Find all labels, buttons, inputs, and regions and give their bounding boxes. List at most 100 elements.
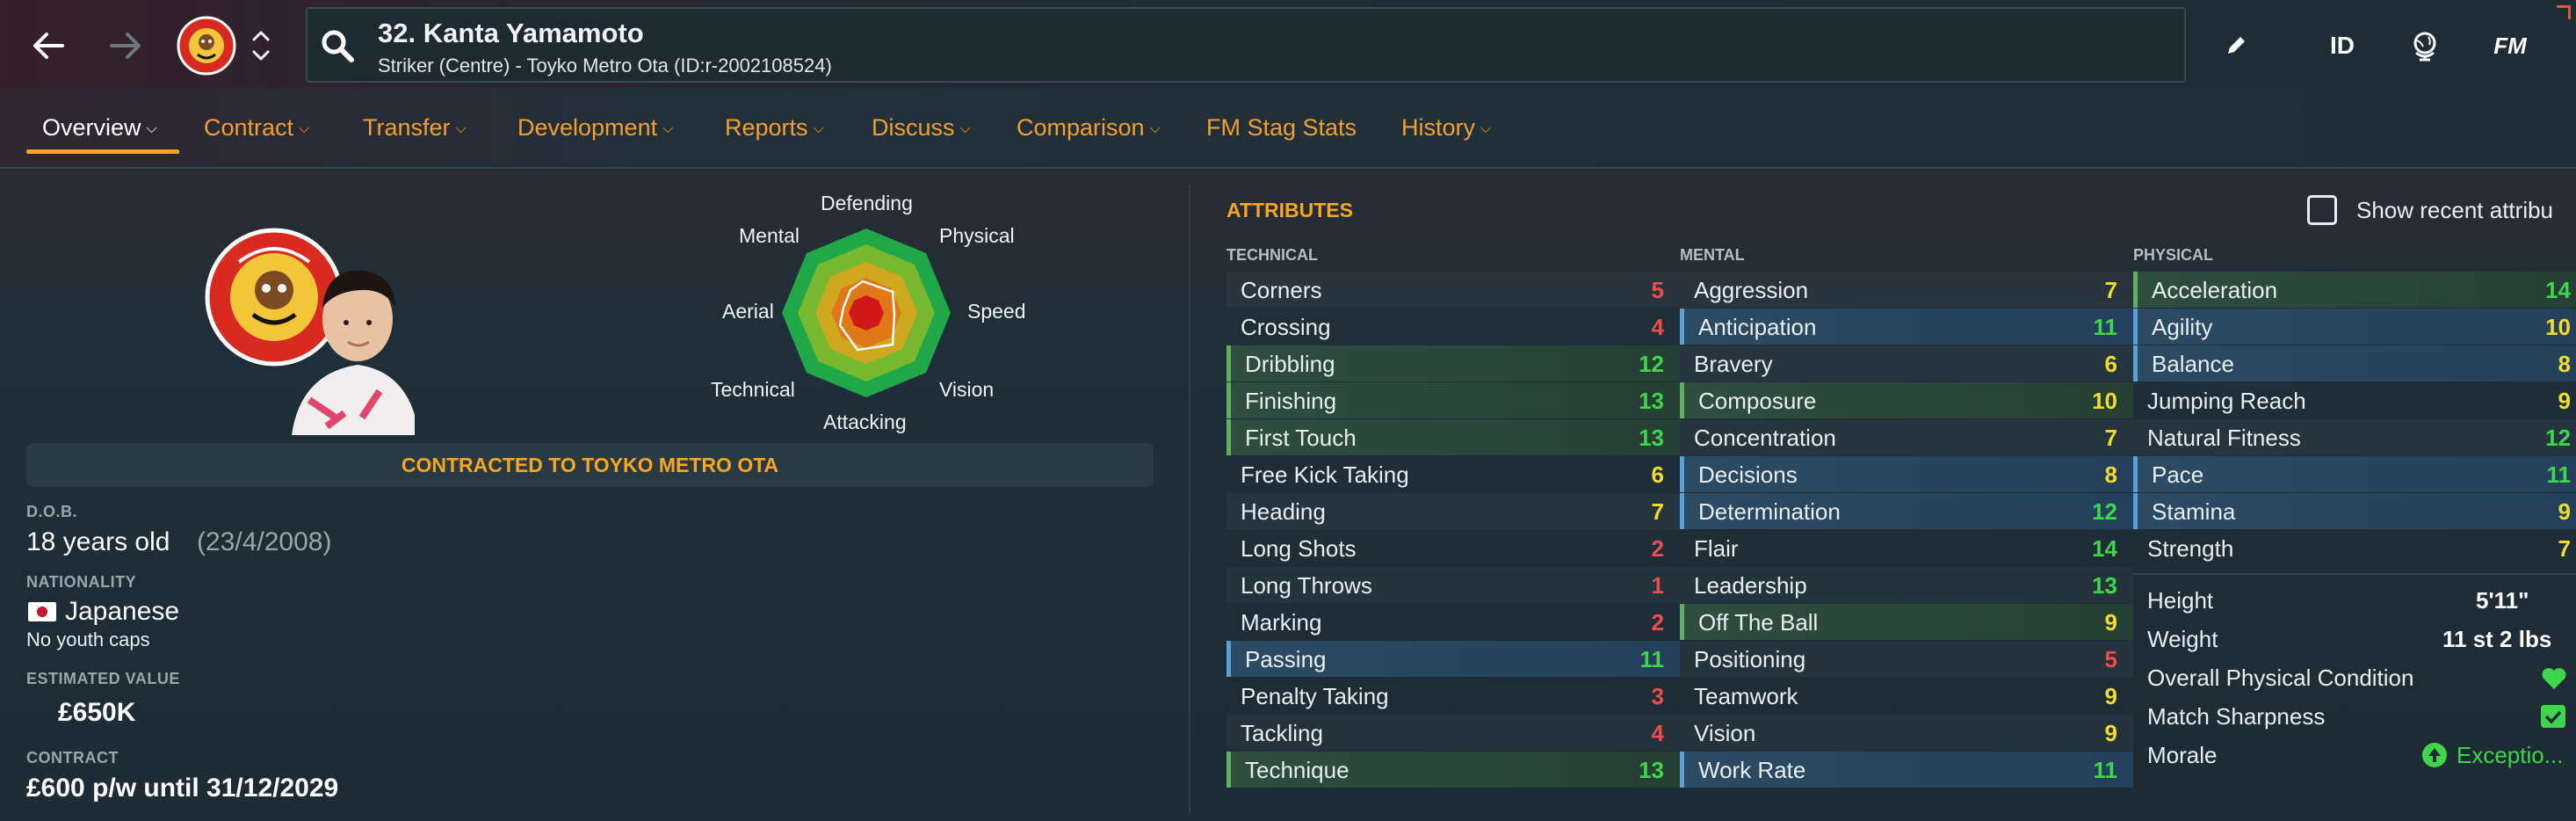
attr-value: 6: [2104, 351, 2117, 377]
physical-attr-row[interactable]: Balance 8: [2133, 345, 2576, 381]
chevron-updown-icon[interactable]: [239, 19, 283, 72]
morale-up-icon[interactable]: [2421, 742, 2448, 773]
physical-attr-row[interactable]: Agility 10: [2133, 309, 2576, 345]
tab-discuss[interactable]: Discuss ⌵: [872, 114, 971, 142]
panel-divider: [1189, 185, 1190, 813]
mental-attr-row[interactable]: Concentration 7: [1680, 419, 2133, 455]
physical-section-label: PHYSICAL: [2133, 246, 2214, 264]
tab-label: Development: [517, 114, 658, 141]
technical-attr-row[interactable]: Technique 13: [1226, 752, 1680, 788]
mental-attr-row[interactable]: Work Rate 11: [1680, 752, 2133, 788]
technical-attr-row[interactable]: Free Kick Taking 6: [1226, 456, 1680, 492]
physical-attr-row[interactable]: Natural Fitness 12: [2133, 419, 2576, 455]
tab-comparison[interactable]: Comparison ⌵: [1017, 114, 1161, 142]
technical-attr-row[interactable]: Long Shots 2: [1226, 530, 1680, 566]
dob-value: 18 years old: [26, 527, 170, 556]
globe-icon[interactable]: [2399, 19, 2451, 72]
technical-attr-row[interactable]: Penalty Taking 3: [1226, 678, 1680, 714]
value-value[interactable]: £650K: [58, 698, 135, 728]
technical-attr-row[interactable]: Marking 2: [1226, 604, 1680, 640]
attr-name: Acceleration: [2152, 277, 2278, 303]
attr-name: Decisions: [1698, 461, 1798, 488]
show-recent-checkbox[interactable]: [2307, 195, 2337, 225]
chevron-down-icon: ⌵: [662, 121, 674, 136]
technical-attr-row[interactable]: Passing 11: [1226, 641, 1680, 677]
technical-attr-row[interactable]: Corners 5: [1226, 272, 1680, 308]
show-recent-label[interactable]: Show recent attribu: [2356, 197, 2553, 224]
attributes-title: ATTRIBUTES: [1226, 199, 1353, 222]
mental-attr-row[interactable]: Bravery 6: [1680, 345, 2133, 381]
physical-attr-row[interactable]: Jumping Reach 9: [2133, 382, 2576, 418]
sharpness-check-icon[interactable]: [2541, 705, 2565, 728]
attr-value: 2: [1651, 609, 1664, 636]
player-subtitle: Striker (Centre) - Toyko Metro Ota (ID:r…: [378, 54, 832, 76]
technical-attr-row[interactable]: Finishing 13: [1226, 382, 1680, 418]
weight-value: 11 st 2 lbs: [2442, 626, 2552, 652]
attr-name: Vision: [1694, 720, 1756, 746]
club-badge-icon[interactable]: [176, 16, 237, 76]
chevron-down-icon: ⌵: [1149, 121, 1161, 136]
attr-value: 12: [1639, 351, 1664, 377]
radar-label-vision: Vision: [939, 378, 995, 401]
attr-name: Pace: [2152, 461, 2204, 488]
physical-attr-row[interactable]: Stamina 9: [2133, 493, 2576, 529]
tab-history[interactable]: History ⌵: [1401, 114, 1491, 142]
tab-fm-stag-stats[interactable]: FM Stag Stats: [1206, 114, 1357, 142]
attr-value: 11: [2093, 757, 2118, 783]
mental-attr-row[interactable]: Anticipation 11: [1680, 309, 2133, 345]
physical-attr-row[interactable]: Acceleration 14: [2133, 272, 2576, 308]
attr-name: Teamwork: [1694, 683, 1798, 709]
technical-attr-row[interactable]: Heading 7: [1226, 493, 1680, 529]
technical-attr-row[interactable]: Dribbling 12: [1226, 345, 1680, 381]
player-search-box[interactable]: 32. Kanta Yamamoto Striker (Centre) - To…: [306, 7, 2186, 83]
mental-attr-row[interactable]: Leadership 13: [1680, 567, 2133, 603]
search-icon[interactable]: [320, 28, 357, 69]
mental-attr-row[interactable]: Composure 10: [1680, 382, 2133, 418]
nationality-value[interactable]: Japanese: [65, 597, 179, 627]
radar-label-aerial: Aerial: [722, 300, 774, 323]
mental-attr-row[interactable]: Determination 12: [1680, 493, 2133, 529]
heart-icon[interactable]: [2541, 666, 2567, 695]
back-arrow-icon[interactable]: [18, 19, 79, 72]
edit-pencil-icon[interactable]: [2214, 19, 2258, 72]
radar-label-speed: Speed: [967, 300, 1026, 323]
mental-attr-row[interactable]: Flair 14: [1680, 530, 2133, 566]
physical-attr-row[interactable]: Strength 7: [2133, 530, 2576, 566]
attr-name: Bravery: [1694, 351, 1773, 377]
attr-name: Stamina: [2152, 498, 2236, 525]
mental-attr-row[interactable]: Vision 9: [1680, 715, 2133, 751]
attr-name: Off The Ball: [1698, 609, 1819, 636]
morale-value[interactable]: Exceptio...: [2457, 742, 2563, 769]
technical-attr-row[interactable]: First Touch 13: [1226, 419, 1680, 455]
fm-logo-button[interactable]: FM: [2479, 19, 2541, 72]
mental-attr-row[interactable]: Off The Ball 9: [1680, 604, 2133, 640]
technical-attr-row[interactable]: Crossing 4: [1226, 309, 1680, 345]
attr-value: 11: [2093, 314, 2118, 340]
tab-contract[interactable]: Contract ⌵: [204, 114, 309, 142]
technical-attr-row[interactable]: Tackling 4: [1226, 715, 1680, 751]
technical-attr-row[interactable]: Long Throws 1: [1226, 567, 1680, 603]
tab-development[interactable]: Development ⌵: [517, 114, 673, 142]
attr-name: Long Throws: [1241, 572, 1372, 599]
tab-reports[interactable]: Reports ⌵: [725, 114, 824, 142]
physical-attr-row[interactable]: Pace 11: [2133, 456, 2576, 492]
contract-label: CONTRACT: [26, 749, 119, 767]
player-photo: [274, 259, 415, 435]
attr-value: 9: [2558, 388, 2571, 414]
mental-attr-row[interactable]: Decisions 8: [1680, 456, 2133, 492]
attr-value: 2: [1651, 535, 1664, 562]
forward-arrow-icon[interactable]: [95, 19, 156, 72]
japan-flag-icon[interactable]: [28, 602, 56, 621]
id-button[interactable]: ID: [2316, 19, 2369, 72]
contract-banner[interactable]: CONTRACTED TO TOYKO METRO OTA: [26, 443, 1154, 487]
tab-transfer[interactable]: Transfer ⌵: [363, 114, 467, 142]
mental-attr-row[interactable]: Aggression 7: [1680, 272, 2133, 308]
mental-attr-row[interactable]: Teamwork 9: [1680, 678, 2133, 714]
weight-label: Weight: [2147, 626, 2218, 652]
attr-value: 13: [1639, 757, 1664, 783]
attr-value: 7: [1651, 498, 1664, 525]
mental-attr-row[interactable]: Positioning 5: [1680, 641, 2133, 677]
youth-caps: No youth caps: [26, 628, 150, 650]
attr-name: Dribbling: [1245, 351, 1335, 377]
tab-overview[interactable]: Overview ⌵: [42, 114, 157, 142]
